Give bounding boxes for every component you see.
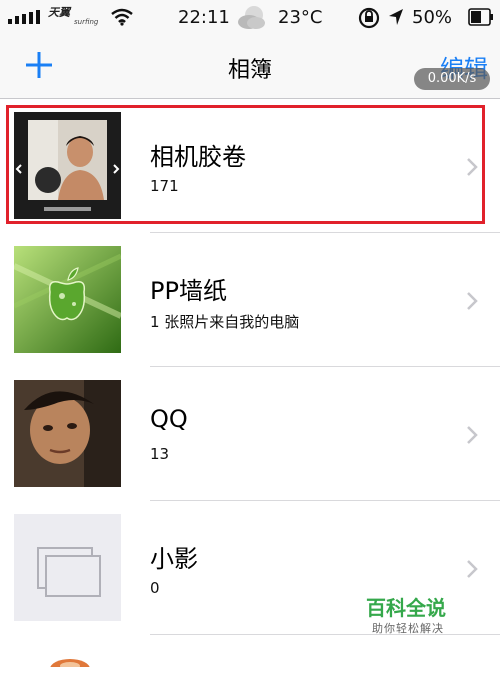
location-arrow-icon (389, 9, 403, 25)
apple-wallpaper-thumbnail (14, 246, 121, 353)
album-row-pp-wallpaper[interactable]: PP墙纸 1 张照片来自我的电脑 (0, 233, 500, 367)
navigation-bar: 相簿 编辑 0.00K/s (0, 36, 500, 99)
carrier-name: 天翼 (48, 6, 70, 19)
highlight-box (6, 105, 485, 224)
watermark-subtitle: 助你轻松解决 (372, 622, 444, 635)
album-row-camera-roll[interactable]: 相机胶卷 171 (0, 99, 500, 233)
battery-percent: 50% (412, 7, 453, 28)
network-speed-badge: 0.00K/s (414, 68, 490, 90)
qq-album-thumbnail (14, 380, 121, 487)
album-count: 13 (150, 445, 170, 463)
watermark-title: 百科全说 (366, 596, 446, 620)
carrier-subtext: surfing (74, 18, 99, 26)
lock-rotation-icon (358, 7, 380, 29)
wifi-icon (111, 8, 133, 26)
empty-album-icon (14, 514, 121, 621)
status-time: 22:11 (178, 7, 230, 28)
chevron-right-icon (467, 560, 478, 578)
album-title: PP墙纸 (150, 277, 227, 305)
battery-icon (468, 8, 493, 26)
album-title: QQ (150, 405, 188, 433)
status-bar: 天翼 surfing 22:11 23°C 50% (0, 0, 500, 36)
cloudy-moon-icon (238, 6, 265, 29)
status-temperature: 23°C (278, 7, 323, 28)
album-row-partial[interactable] (0, 635, 500, 675)
signal-bars-icon (8, 10, 40, 24)
album-count: 0 (150, 579, 160, 597)
album-title: 小影 (150, 545, 198, 573)
album-subtitle: 1 张照片来自我的电脑 (150, 313, 300, 331)
chevron-right-icon (467, 292, 478, 310)
partial-album-thumbnail (14, 647, 121, 667)
album-row-qq[interactable]: QQ 13 (0, 367, 500, 501)
chevron-right-icon (467, 426, 478, 444)
